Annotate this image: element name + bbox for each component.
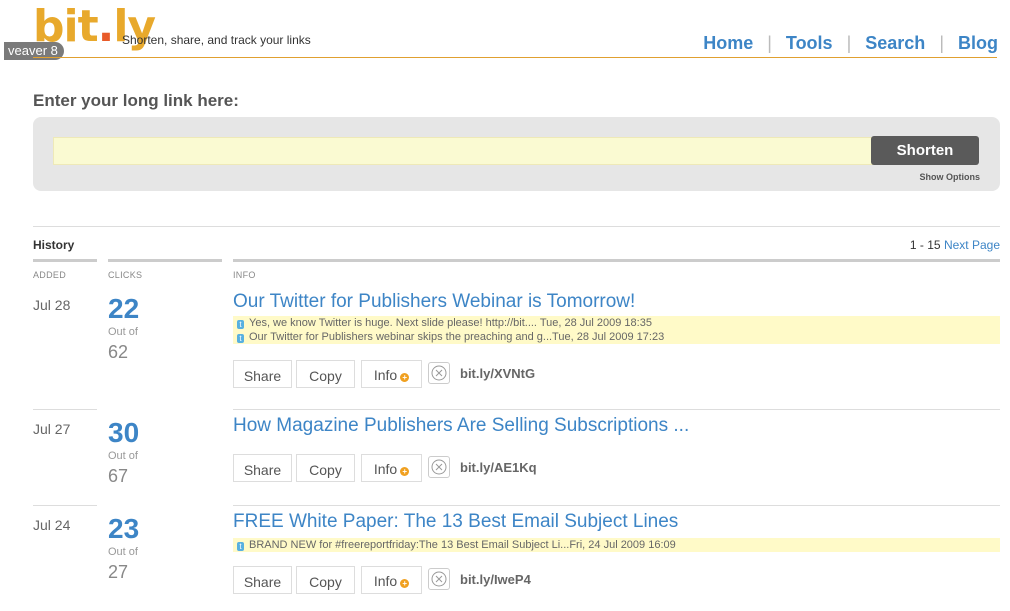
- copy-button[interactable]: Copy: [296, 566, 355, 594]
- row-out-of: Out of: [108, 450, 138, 462]
- header-divider: [33, 57, 997, 58]
- column-header-added: ADDED: [33, 270, 67, 280]
- delete-button[interactable]: [428, 568, 450, 590]
- delete-button[interactable]: [428, 456, 450, 478]
- nav-blog[interactable]: Blog: [958, 33, 998, 53]
- info-button[interactable]: Info +: [361, 454, 422, 482]
- row-date: Jul 27: [33, 421, 71, 437]
- twitter-icon: t: [237, 320, 244, 329]
- row-out-of: Out of: [108, 546, 138, 558]
- long-link-input[interactable]: [53, 137, 875, 165]
- delete-button[interactable]: [428, 362, 450, 384]
- column-rule: [108, 259, 222, 262]
- twitter-icon: t: [237, 334, 244, 343]
- pager: 1 - 15 Next Page: [910, 238, 1000, 252]
- share-button[interactable]: Share: [233, 454, 292, 482]
- share-button[interactable]: Share: [233, 566, 292, 594]
- row-divider: [233, 505, 1000, 506]
- nav-separator: |: [939, 33, 944, 53]
- close-icon: [431, 571, 447, 587]
- row-divider: [33, 409, 97, 410]
- row-title-link[interactable]: How Magazine Publishers Are Selling Subs…: [233, 415, 689, 437]
- history-title: History: [33, 238, 75, 252]
- copy-button[interactable]: Copy: [296, 360, 355, 388]
- nav-separator: |: [846, 33, 852, 53]
- tweet-list: t Yes, we know Twitter is huge. Next slid…: [233, 316, 1000, 344]
- info-plus-icon: +: [400, 373, 410, 382]
- main-nav: Home | Tools | Search | Blog: [703, 33, 998, 54]
- nav-separator: |: [767, 33, 772, 53]
- column-rule: [33, 259, 97, 262]
- column-header-info: INFO: [233, 270, 256, 280]
- nav-tools[interactable]: Tools: [786, 33, 833, 53]
- long-link-label: Enter your long link here:: [33, 91, 239, 110]
- tweet-item: t BRAND NEW for #freereportfriday:The 13 …: [233, 538, 1000, 552]
- site-header: bit.ly veaver 8 Shorten, share, and trac…: [0, 0, 1010, 60]
- info-button[interactable]: Info +: [361, 566, 422, 594]
- short-url-link[interactable]: bit.ly/AE1Kq: [460, 460, 537, 475]
- show-options-link[interactable]: Show Options: [920, 172, 981, 182]
- shorten-panel: Shorten Show Options: [33, 117, 1000, 191]
- row-date: Jul 24: [33, 517, 71, 533]
- info-plus-icon: +: [400, 467, 410, 476]
- row-divider: [33, 505, 97, 506]
- next-page-link[interactable]: Next Page: [944, 238, 1000, 252]
- nav-home[interactable]: Home: [703, 33, 753, 53]
- info-plus-icon: +: [400, 579, 410, 588]
- row-date: Jul 28: [33, 297, 71, 313]
- row-total: 27: [108, 562, 129, 582]
- pager-range: 1 - 15: [909, 238, 941, 252]
- short-url-link[interactable]: bit.ly/IweP4: [460, 572, 531, 587]
- nav-search[interactable]: Search: [865, 33, 925, 53]
- row-clicks: 22: [108, 293, 140, 324]
- tagline: Shorten, share, and track your links: [122, 33, 311, 47]
- row-title-link[interactable]: Our Twitter for Publishers Webinar is To…: [233, 291, 635, 313]
- row-title-link[interactable]: FREE White Paper: The 13 Best Email Subj…: [233, 511, 678, 533]
- close-icon: [431, 365, 447, 381]
- tweet-list: t BRAND NEW for #freereportfriday:The 13 …: [233, 538, 1000, 552]
- row-divider: [233, 409, 1000, 410]
- row-total: 62: [108, 342, 129, 362]
- history-divider: [33, 226, 1000, 227]
- shorten-button[interactable]: Shorten: [871, 136, 979, 165]
- close-icon: [431, 459, 447, 475]
- short-url-link[interactable]: bit.ly/XVNtG: [460, 366, 535, 381]
- row-clicks: 30: [108, 417, 140, 448]
- row-out-of: Out of: [108, 326, 138, 338]
- column-header-clicks: CLICKS: [108, 270, 143, 280]
- copy-button[interactable]: Copy: [296, 454, 355, 482]
- info-button[interactable]: Info +: [361, 360, 422, 388]
- twitter-icon: t: [237, 542, 244, 551]
- row-total: 67: [108, 466, 129, 486]
- tweet-item: t Our Twitter for Publishers webinar skip…: [233, 330, 1000, 344]
- tweet-item: t Yes, we know Twitter is huge. Next slid…: [233, 316, 1000, 330]
- share-button[interactable]: Share: [233, 360, 292, 388]
- row-clicks: 23: [108, 513, 140, 544]
- column-rule: [233, 259, 1000, 262]
